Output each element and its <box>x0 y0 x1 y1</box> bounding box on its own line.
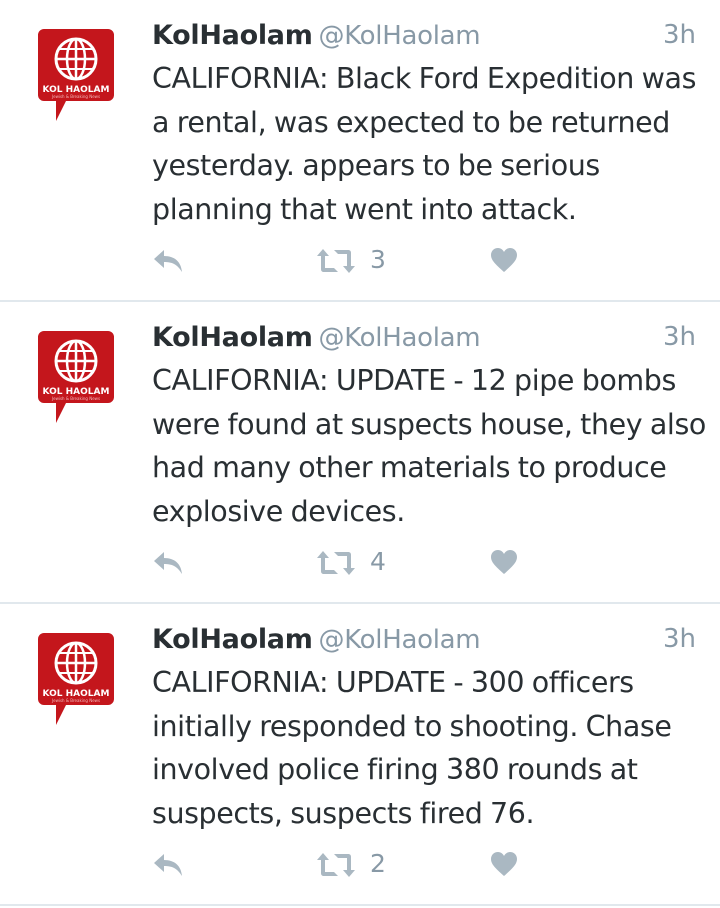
author-name[interactable]: KolHaolam <box>152 322 313 353</box>
heart-icon[interactable] <box>490 549 518 575</box>
tweet-text: CALIFORNIA: Black Ford Expedition was a … <box>152 62 697 226</box>
timestamp[interactable]: 3h <box>663 322 696 352</box>
avatar[interactable]: KOL HAOLAM Jewish & Breaking News <box>38 331 114 427</box>
author-name[interactable]: KolHaolam <box>152 20 313 51</box>
globe-logo-icon: KOL HAOLAM Jewish & Breaking News <box>38 331 114 423</box>
retweet-icon[interactable] <box>316 248 356 274</box>
reply-icon[interactable] <box>152 852 184 878</box>
timestamp[interactable]: 3h <box>663 20 696 50</box>
tweet-text: CALIFORNIA: UPDATE - 12 pipe bombs were … <box>152 364 706 528</box>
reply-icon[interactable] <box>152 248 184 274</box>
retweet-icon[interactable] <box>316 852 356 878</box>
heart-icon[interactable] <box>490 247 518 273</box>
author-handle[interactable]: @KolHaolam <box>319 21 481 51</box>
tweet-text: CALIFORNIA: UPDATE - 300 officers initia… <box>152 666 672 830</box>
tweet[interactable]: KOL HAOLAM Jewish & Breaking News KolHao… <box>0 302 720 604</box>
avatar[interactable]: KOL HAOLAM Jewish & Breaking News <box>38 29 114 125</box>
timestamp[interactable]: 3h <box>663 624 696 654</box>
reply-icon[interactable] <box>152 550 184 576</box>
svg-text:Jewish & Breaking News: Jewish & Breaking News <box>51 698 100 703</box>
author-handle[interactable]: @KolHaolam <box>319 625 481 655</box>
svg-text:Jewish & Breaking News: Jewish & Breaking News <box>51 94 100 99</box>
globe-logo-icon: KOL HAOLAM Jewish & Breaking News <box>38 633 114 725</box>
timeline: KOL HAOLAM Jewish & Breaking News KolHao… <box>0 0 720 906</box>
svg-text:Jewish & Breaking News: Jewish & Breaking News <box>51 396 100 401</box>
retweet-count: 4 <box>370 547 386 576</box>
tweet[interactable]: KOL HAOLAM Jewish & Breaking News KolHao… <box>0 604 720 906</box>
tweet-actions: 4 <box>152 546 532 580</box>
globe-logo-icon: KOL HAOLAM Jewish & Breaking News <box>38 29 114 121</box>
tweet[interactable]: KOL HAOLAM Jewish & Breaking News KolHao… <box>0 0 720 302</box>
tweet-header: KolHaolam @KolHaolam 3h <box>152 20 696 56</box>
retweet-icon[interactable] <box>316 550 356 576</box>
heart-icon[interactable] <box>490 851 518 877</box>
retweet-count: 3 <box>370 245 386 274</box>
retweet-count: 2 <box>370 849 386 878</box>
tweet-header: KolHaolam @KolHaolam 3h <box>152 322 696 358</box>
tweet-actions: 3 <box>152 244 532 278</box>
author-name[interactable]: KolHaolam <box>152 624 313 655</box>
avatar[interactable]: KOL HAOLAM Jewish & Breaking News <box>38 633 114 729</box>
author-handle[interactable]: @KolHaolam <box>319 323 481 353</box>
tweet-header: KolHaolam @KolHaolam 3h <box>152 624 696 660</box>
tweet-actions: 2 <box>152 848 532 882</box>
